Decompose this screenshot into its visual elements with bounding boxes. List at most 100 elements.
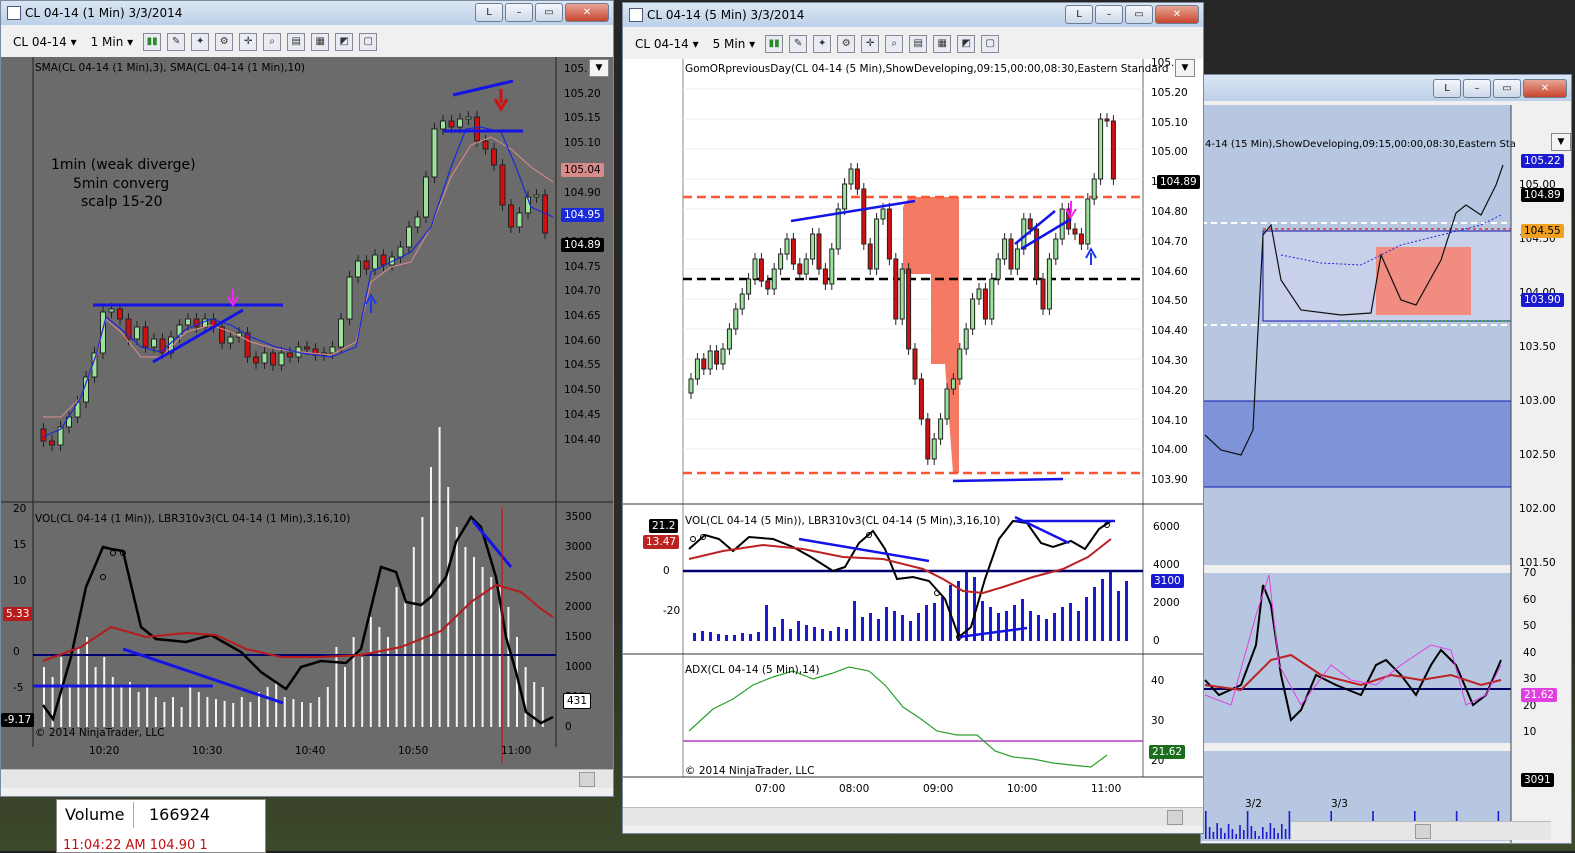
last-price-tag: 104.89 [1157,175,1200,189]
osc-tick: 30 [1523,673,1537,685]
candle-body [752,258,758,280]
volume-bar [326,687,329,727]
candle-body [508,204,514,228]
maximize-button[interactable]: ▭ [1125,5,1153,24]
candle-body [457,118,463,128]
wrench-icon[interactable]: ⚙ [837,35,856,53]
draw-pencil-icon[interactable]: ✎ [789,35,808,53]
time-tick: 11:00 [1091,783,1122,795]
osc-panel-bg [1201,573,1511,743]
minimize-button[interactable]: – [1095,5,1123,24]
candle-body [355,260,361,278]
candle-body [778,253,784,270]
candle-body [270,352,276,366]
note-line-3: scalp 15-20 [81,194,163,210]
strategy-icon[interactable]: ✦ [191,33,210,51]
horizontal-scrollbar[interactable] [1,769,613,788]
volume-tick: 1500 [565,631,592,643]
interval-selector[interactable]: 1 Min ▾ [87,34,138,50]
volume-bar [447,487,450,727]
candle-body [797,263,803,275]
strategies-icon[interactable]: ▦ [933,35,952,53]
interval-label: 1 Min [90,35,124,49]
note-line-1: 1min (weak diverge) [51,157,196,173]
panel-menu-button[interactable]: ▼ [1551,133,1571,151]
close-button[interactable]: ✕ [565,3,609,22]
osc-indicator-label: VOL(CL 04-14 (1 Min)), LBR310v3(CL 04-14… [35,513,351,525]
link-button[interactable]: L [1065,5,1093,24]
candle-body [491,148,497,166]
title-bar: CL 04-14 (1 Min) 3/3/2014 L – ▭ ✕ [1,1,613,25]
chart-15min-svg[interactable] [1201,105,1572,844]
strategies-icon[interactable]: ▦ [311,33,330,51]
osc-tick: -20 [663,605,681,617]
chart-window-5min: CL 04-14 (5 Min) 3/3/2014 L – ▭ ✕ CL 04-… [622,2,1204,834]
minimize-button[interactable]: – [505,3,533,22]
volume-bar [258,692,260,727]
interval-selector[interactable]: 5 Min ▾ [709,36,760,52]
horizontal-scrollbar[interactable] [623,807,1203,826]
candle-body [982,288,988,320]
zoom-icon[interactable]: ⌕ [263,33,282,51]
chart-properties-icon[interactable]: ◩ [335,33,354,51]
candle-body [533,194,540,198]
candle-body [765,280,771,290]
strategy-icon[interactable]: ✦ [813,35,832,53]
volume-bar [781,619,784,641]
volume-bar [933,603,936,641]
volume-bar [533,682,536,727]
candle-body [1027,218,1033,230]
chart-properties-icon[interactable]: ◩ [957,35,976,53]
candle-body [1085,198,1091,245]
candle-body [338,318,344,348]
volume-bar [1258,836,1260,839]
crosshair-icon[interactable]: ✛ [861,35,880,53]
candle-body [134,326,140,340]
crosshair-icon[interactable]: ✛ [239,33,258,51]
wrench-icon[interactable]: ⚙ [215,33,234,51]
volume-bar [43,667,45,727]
candle-body [40,428,47,442]
candle-body [372,254,378,270]
candle-body [448,120,455,128]
zoom-icon[interactable]: ⌕ [885,35,904,53]
volume-bar [68,687,71,727]
window-title: CL 04-14 (5 Min) 3/3/2014 [647,8,805,22]
instrument-selector[interactable]: CL 04-14 ▾ [631,36,703,52]
copyright-label: © 2014 NinjaTrader, LLC [685,765,815,777]
data-box-icon[interactable]: ▢ [359,33,378,51]
volume-bar [1005,611,1008,641]
volume-bar [1061,607,1064,641]
maximize-button[interactable]: ▭ [535,3,563,22]
volume-bar [701,631,704,641]
close-button[interactable]: ✕ [1523,79,1567,98]
price-tick: 104.80 [1151,206,1188,218]
bar-style-icon[interactable]: ▮▮ [765,35,784,53]
draw-pencil-icon[interactable]: ✎ [167,33,186,51]
indicators-icon[interactable]: ▤ [909,35,928,53]
panel-menu-button[interactable]: ▼ [589,59,609,77]
scrollbar-thumb[interactable] [579,772,595,787]
scrollbar-thumb[interactable] [1415,824,1431,839]
indicators-icon[interactable]: ▤ [287,33,306,51]
volume-bar [733,635,736,641]
candle-body [465,116,472,120]
bar-style-icon[interactable]: ▮▮ [143,33,162,51]
data-box-icon[interactable]: ▢ [981,35,1000,53]
panel-menu-button[interactable]: ▼ [1175,59,1195,77]
horizontal-scrollbar[interactable] [1291,821,1551,840]
chart-5min-svg[interactable] [623,59,1203,807]
candle-body [423,176,429,218]
time-tick-3-2: 3/2 [1245,798,1262,810]
maximize-button[interactable]: ▭ [1493,79,1521,98]
instrument-selector[interactable]: CL 04-14 ▾ [9,34,81,50]
link-button[interactable]: L [1433,79,1461,98]
osc-red-tag: 5.33 [3,607,33,621]
scrollbar-thumb[interactable] [1167,810,1183,825]
volume-bar [369,617,372,727]
link-button[interactable]: L [475,3,503,22]
close-button[interactable]: ✕ [1155,5,1199,24]
volume-bar [1045,619,1048,641]
minimize-button[interactable]: – [1463,79,1491,98]
sma3-tag: 104.95 [561,208,604,222]
